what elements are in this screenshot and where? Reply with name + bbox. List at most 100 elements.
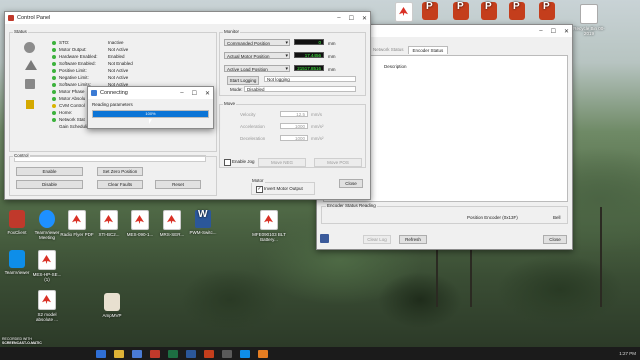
gear-icon <box>25 79 35 89</box>
status-group-label: Status <box>13 29 28 34</box>
monitor-group-label: Monitor <box>223 29 241 34</box>
desktop-icon[interactable]: MRS-SER... <box>155 210 189 237</box>
tab-network-status[interactable]: Network Status <box>369 46 408 54</box>
time-text[interactable]: 1:27 PM <box>619 351 636 356</box>
status-indicator-dot <box>52 55 56 59</box>
pdf-icon <box>131 210 149 230</box>
close-button[interactable]: Close <box>543 235 567 244</box>
desktop-icon-label: Recycle Bin 00-2019 <box>573 26 605 36</box>
motor-group-label: Motor <box>251 178 265 183</box>
move-param-label: Velocity <box>240 112 256 117</box>
monitor-value: 0 <box>294 39 324 45</box>
word-icon[interactable] <box>186 349 196 358</box>
desktop-icon[interactable] <box>500 2 534 22</box>
move-param-input[interactable]: 12.5 <box>280 111 308 117</box>
status-indicator-dot <box>52 104 56 108</box>
position-encoder-value: Bell <box>553 215 561 220</box>
minimize-icon[interactable]: – <box>337 15 340 22</box>
desktop-icon-label: XTI-BC2... <box>98 232 120 237</box>
status-indicator-dot <box>52 90 56 94</box>
app-icon <box>9 210 25 228</box>
ppt-icon <box>453 2 469 20</box>
desktop-icon-label: FoxClient <box>7 230 27 235</box>
desktop-icon[interactable] <box>530 2 564 22</box>
desktop-icon[interactable]: MES-HP-SE... (1) <box>30 250 64 282</box>
excel-icon[interactable] <box>168 349 178 358</box>
description-header: Description <box>384 64 407 69</box>
move-pos-button[interactable]: Move POS <box>314 158 362 167</box>
ppt-icon <box>539 2 555 20</box>
app-icon[interactable] <box>150 349 160 358</box>
enable-button[interactable]: Enable <box>16 167 83 176</box>
desktop-icon[interactable]: PWM-Switc... <box>186 210 220 235</box>
desktop-icon[interactable] <box>413 2 447 22</box>
status-label: Motor Phase <box>59 89 85 94</box>
close-button[interactable]: Close <box>339 179 363 188</box>
pdf-icon <box>395 2 413 22</box>
recorder-watermark: RECORDED WITH SCREENCAST-O-MATIC <box>2 337 42 345</box>
desktop-icon[interactable]: TeamViewer Meeting <box>30 210 64 240</box>
teamviewer-icon[interactable] <box>240 349 250 358</box>
edge-icon[interactable] <box>96 349 106 358</box>
clear-faults-button[interactable]: Clear Faults <box>97 180 143 189</box>
maximize-icon[interactable]: ☐ <box>551 28 556 35</box>
invert-motor-checkbox[interactable]: ✓ <box>256 186 263 193</box>
dialog-title: Connecting <box>100 90 128 96</box>
status-label: Home: <box>59 110 73 115</box>
progress-percent: 100% <box>145 111 156 116</box>
tab-encoder-status[interactable]: Encoder Status <box>407 46 449 54</box>
move-param-input[interactable]: 1000 <box>280 123 308 129</box>
app-icon <box>91 90 97 96</box>
clear-log-button[interactable]: Clear Log <box>363 235 391 244</box>
maximize-icon[interactable]: ☐ <box>192 90 197 97</box>
status-indicator-dot <box>52 41 56 45</box>
status-label: STO: <box>59 40 70 45</box>
monitor-source-select[interactable]: Actual Motor Position <box>224 52 290 60</box>
minimize-icon[interactable]: – <box>539 28 542 35</box>
desktop-icon[interactable]: Recycle Bin 00-2019 <box>572 4 606 36</box>
desktop-icon[interactable]: XTI-BC2... <box>92 210 126 237</box>
close-icon[interactable]: ✕ <box>564 28 569 35</box>
save-icon[interactable] <box>320 234 329 243</box>
move-neg-button[interactable]: Move NEG <box>258 158 306 167</box>
folder-icon[interactable] <box>114 349 124 358</box>
status-value: Not Active <box>108 75 129 80</box>
desktop-icon-label: PWM-Switc... <box>189 230 217 235</box>
disable-button[interactable]: Disable <box>16 180 83 189</box>
desktop-icon-label: Radio Flyer PDF <box>60 232 94 237</box>
pdf-icon <box>38 250 56 270</box>
set-zero-button[interactable]: Set Zero Position <box>97 167 143 176</box>
desktop-icon[interactable]: AmpMVP <box>95 293 129 318</box>
enable-jog-checkbox[interactable] <box>224 159 231 166</box>
monitor-source-select[interactable]: Commanded Position <box>224 39 290 47</box>
desktop-icon[interactable]: S2 model absolute ... <box>30 290 64 322</box>
desktop-icon[interactable]: FoxClient <box>0 210 34 235</box>
status-label: Negative Limit: <box>59 75 89 80</box>
powerpoint-icon[interactable] <box>204 349 214 358</box>
terminal-icon[interactable] <box>222 349 232 358</box>
desktop-icon[interactable]: MFE090103 BLT Battery... <box>252 210 286 242</box>
monitor-unit: mm <box>328 54 336 59</box>
maximize-icon[interactable]: ☐ <box>349 15 354 22</box>
reset-button[interactable]: Reset <box>155 180 201 189</box>
status-label: CVM Control <box>59 103 85 108</box>
connecting-message: Reading parameters <box>92 102 133 107</box>
refresh-button[interactable]: Refresh <box>399 235 427 244</box>
amp-icon[interactable] <box>258 349 268 358</box>
desktop-icon-label: MES-HP-SE... (1) <box>32 272 62 282</box>
start-logging-button[interactable]: Start Logging <box>227 76 259 85</box>
monitor-unit: mm <box>328 67 336 72</box>
move-param-input[interactable]: 1000 <box>280 135 308 141</box>
close-icon[interactable]: ✕ <box>362 15 367 22</box>
store-icon[interactable] <box>132 349 142 358</box>
monitor-source-select[interactable]: Active Load Position <box>224 65 290 73</box>
position-encoder-label: Position Encoder (0x13F) <box>467 215 518 220</box>
close-icon[interactable]: ✕ <box>205 90 210 97</box>
minimize-icon[interactable]: – <box>180 90 183 97</box>
logging-status-field: Not logging <box>264 76 356 82</box>
desktop-icon[interactable]: TeamViewer <box>0 250 34 275</box>
status-value: Inactive <box>108 40 124 45</box>
desktop-icon[interactable]: MES-090-1... <box>123 210 157 237</box>
team-icon <box>39 210 55 228</box>
desktop-icon[interactable]: Radio Flyer PDF <box>60 210 94 237</box>
